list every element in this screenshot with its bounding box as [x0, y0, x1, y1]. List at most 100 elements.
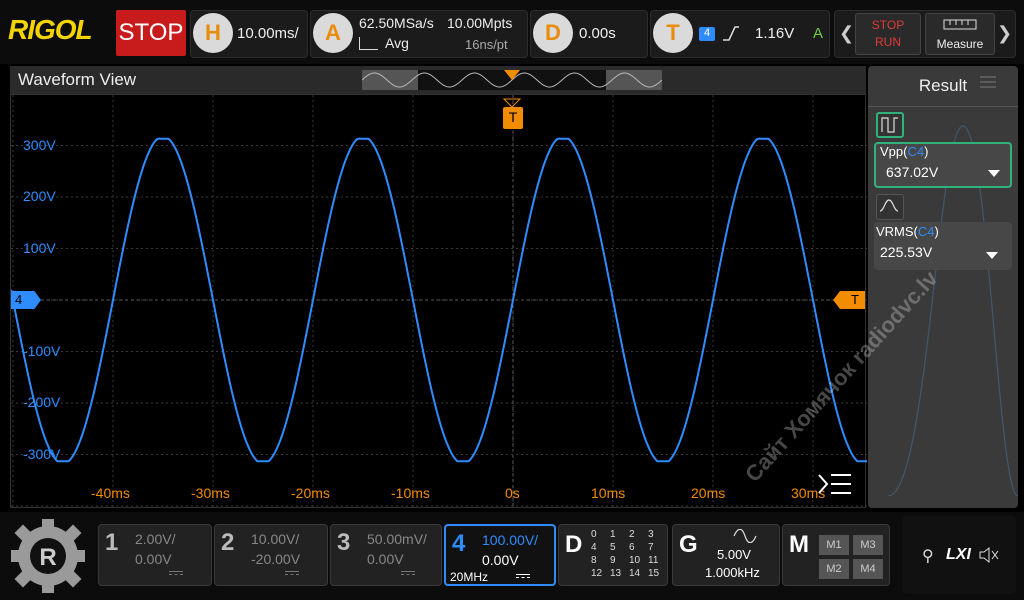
rigol-home-gear-icon[interactable]: R [8, 518, 88, 594]
digital-channel-label: 8 [591, 555, 597, 566]
generator-label: G [679, 531, 698, 558]
channel-4-number: 4 [452, 530, 466, 557]
waveform-view-header: Waveform View [10, 66, 866, 94]
stop-run-button[interactable]: STOP RUN [855, 13, 921, 55]
generator-box[interactable]: G 5.00V 1.000kHz [672, 524, 780, 586]
channel-2-scale: 10.00V/ [251, 531, 300, 547]
channel-1-offset: 0.00V [135, 551, 172, 567]
digital-channel-label: 14 [629, 568, 641, 579]
lxi-label: LXI [946, 546, 971, 563]
math-m2[interactable]: M2 [819, 559, 849, 579]
hamburger-icon[interactable] [978, 74, 998, 90]
x-tick-label: 10ms [591, 485, 626, 501]
dropdown-arrow-icon[interactable] [988, 170, 1000, 177]
channel-4-scale: 100.00V/ [482, 532, 539, 548]
waveform-plot[interactable]: T 4 T 300V 200V 100V -100V -200V -300V -40ms -… [10, 94, 867, 509]
divider [868, 106, 1018, 107]
trigger-position-outline [502, 95, 522, 108]
run-stop-indicator[interactable]: STOP [116, 10, 186, 56]
memory-overview-bar[interactable] [362, 70, 662, 90]
channel-2-offset: -20.00V [251, 551, 301, 567]
x-tick-label: -10ms [391, 485, 430, 501]
channel-4-box[interactable]: 4 100.00V/ 0.00V 20MHz [444, 524, 556, 586]
y-tick-label: 100V [23, 239, 56, 256]
coupling-icon [401, 571, 415, 575]
x-tick-label: -40ms [91, 485, 130, 501]
y-tick-label: 200V [23, 188, 56, 204]
graticule [11, 95, 867, 509]
top-bar: RIGOL STOP H 10.00ms/ A 62.50MSa/s Avg 1… [0, 0, 1024, 64]
delay-group[interactable]: D 0.00s [530, 10, 648, 58]
digital-channel-label: 4 [591, 542, 597, 553]
waveform-view-title: Waveform View [18, 70, 137, 89]
trigger-group[interactable]: T 4 1.16V A [650, 10, 830, 58]
vrms-value: 225.53V [880, 244, 933, 260]
trigger-position-marker[interactable]: T [503, 107, 523, 129]
math-m3[interactable]: M3 [853, 535, 883, 555]
ruler-icon [943, 19, 977, 30]
digital-channel-label: 10 [629, 555, 641, 566]
y-tick-label: -300V [23, 445, 61, 462]
digital-channel-label: 1 [610, 529, 616, 540]
speaker-muted-icon[interactable] [978, 546, 1000, 564]
vrms-icon[interactable] [876, 194, 904, 220]
digital-row: 8 9 10 11 [591, 555, 667, 568]
vpp-icon[interactable] [876, 112, 904, 138]
acquire-badge: A [313, 13, 353, 53]
channel-1-scale: 2.00V/ [135, 531, 176, 547]
memory-depth: 10.00Mpts [447, 15, 513, 31]
digital-channel-label: 11 [648, 555, 659, 566]
delay-badge: D [533, 13, 573, 53]
math-label: M [789, 531, 809, 558]
measure-button[interactable]: Measure [925, 13, 995, 55]
math-m4[interactable]: M4 [853, 559, 883, 579]
y-tick-label: -100V [23, 342, 61, 359]
rigol-logo: RIGOL [8, 14, 93, 45]
vpp-label: Vpp(C4) [880, 144, 929, 159]
digital-channel-label: 15 [648, 568, 660, 579]
generator-amplitude: 5.00V [717, 547, 751, 562]
channel-1-box[interactable]: 1 2.00V/ 0.00V [98, 524, 212, 586]
horizontal-badge: H [193, 13, 233, 53]
math-m1[interactable]: M1 [819, 535, 849, 555]
trigger-mode: A [813, 25, 824, 42]
vrms-measurement-card[interactable]: VRMS(C4) 225.53V [874, 222, 1012, 270]
digital-channel-label: 13 [610, 568, 622, 579]
y-tick-label: 300V [23, 136, 56, 153]
bottom-bar: R 1 2.00V/ 0.00V 2 10.00V/ -20.00V 3 50.… [0, 512, 1024, 600]
channel-3-scale: 50.00mV/ [367, 531, 427, 547]
digital-row: 0 1 2 3 [591, 529, 667, 542]
dropdown-arrow-icon[interactable] [986, 252, 998, 259]
run-label: RUN [875, 35, 901, 49]
acquire-mode-icon [359, 37, 378, 50]
math-box[interactable]: M M1 M3 M2 M4 [782, 524, 890, 586]
svg-text:R: R [39, 544, 56, 571]
digital-channels-box[interactable]: D 0 1 2 3 4 5 6 7 8 9 10 11 12 13 14 15 [558, 524, 668, 586]
channel-1-number: 1 [105, 529, 119, 556]
channel-2-box[interactable]: 2 10.00V/ -20.00V [214, 524, 328, 586]
vpp-measurement-card[interactable]: Vpp(C4) 637.02V [874, 142, 1012, 188]
channel-3-number: 3 [337, 529, 351, 556]
vrms-label: VRMS(C4) [876, 224, 939, 239]
digital-channel-label: 12 [591, 568, 603, 579]
digital-channel-label: 3 [648, 529, 654, 540]
channel-2-number: 2 [221, 529, 235, 556]
x-tick-label: 0s [505, 485, 520, 501]
usb-icon: ⚲ [922, 548, 934, 565]
right-controls: ❮ STOP RUN Measure ❯ [834, 10, 1016, 58]
digital-row: 12 13 14 15 [591, 568, 667, 581]
delay-value: 0.00s [579, 25, 616, 42]
channel-3-box[interactable]: 3 50.00mV/ 0.00V [330, 524, 442, 586]
horizontal-group[interactable]: H 10.00ms/ [190, 10, 308, 58]
trigger-level: 1.16V [755, 25, 795, 42]
stop-label: STOP [871, 18, 905, 32]
chevron-right-icon[interactable]: ❯ [997, 23, 1012, 44]
coupling-icon [169, 571, 183, 575]
chevron-left-icon[interactable]: ❮ [839, 23, 854, 44]
y-tick-label: -200V [23, 394, 61, 410]
acquire-group[interactable]: A 62.50MSa/s Avg 10.00Mpts 16ns/pt [310, 10, 528, 58]
digital-row: 4 5 6 7 [591, 542, 667, 555]
digital-channel-label: 5 [610, 542, 616, 553]
menu-icon[interactable] [817, 471, 853, 497]
waveform-canvas [11, 95, 867, 509]
